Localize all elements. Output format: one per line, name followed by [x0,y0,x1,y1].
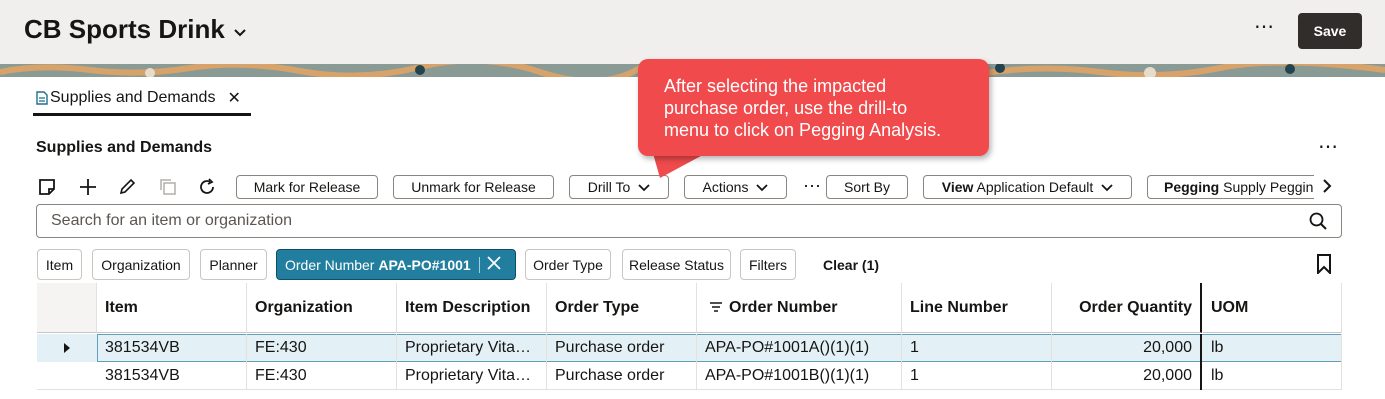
pegging-value: Supply Pegging [1223,179,1314,195]
column-header-item[interactable]: Item [97,283,247,333]
search-input[interactable] [51,211,1291,231]
section-more-icon[interactable]: ⋯ [1318,137,1338,157]
cell-item-description: Proprietary Vita… [397,334,547,362]
filter-chip-order-number[interactable]: Order Number APA-PO#1001 [276,249,516,280]
column-header-line-number[interactable]: Line Number [902,283,1052,333]
cell-order-type: Purchase order [547,362,697,390]
pegging-prefix: Pegging [1164,179,1220,195]
cell-order-quantity: 20,000 [1052,362,1202,390]
expand-row-icon[interactable] [37,334,97,362]
table-row[interactable]: 381534VB FE:430 Proprietary Vita… Purcha… [37,334,1342,362]
callout-line-2: purchase order, use the drill-to [664,98,908,118]
toolbar-overflow-icon[interactable]: ⋯ [803,176,821,196]
filter-chip-organization[interactable]: Organization [92,249,190,280]
column-header-organization[interactable]: Organization [247,283,397,333]
active-chip-value: APA-PO#1001 [378,256,471,273]
cell-order-type: Purchase order [547,334,697,362]
add-icon[interactable] [77,174,99,200]
tab-underline [33,113,251,116]
active-chip-label: Order Number [285,256,375,273]
callout-line-3: menu to click on Pegging Analysis. [664,120,942,140]
cell-item: 381534VB [97,334,247,362]
header-more-icon[interactable]: ⋯ [1252,17,1276,42]
tab-supplies-and-demands[interactable]: Supplies and Demands ✕ [36,88,241,108]
column-header-uom[interactable]: UOM [1203,283,1342,333]
app-title[interactable]: CB Sports Drink [24,14,247,45]
scroll-right-icon[interactable] [1322,179,1332,198]
unmark-for-release-label: Unmark for Release [411,179,536,195]
mark-for-release-label: Mark for Release [253,179,361,195]
actions-label: Actions [702,179,749,195]
unmark-for-release-button[interactable]: Unmark for Release [393,175,554,199]
close-icon[interactable]: ✕ [227,88,240,108]
drill-to-label: Drill To [587,179,631,195]
cell-order-number: APA-PO#1001A()(1)(1) [697,334,902,362]
chevron-down-icon [756,179,769,195]
chip-separator [478,256,480,273]
filter-chip-filters[interactable]: Filters [740,249,796,280]
refresh-icon[interactable] [196,174,218,200]
filter-chip-item[interactable]: Item [37,249,82,280]
pegging-select[interactable]: Pegging Supply Pegging [1147,175,1314,199]
search-field[interactable] [36,204,1342,238]
view-prefix: View [941,179,974,195]
cell-line-number: 1 [902,362,1052,390]
duplicate-icon [157,174,179,200]
cell-item-description: Proprietary Vita… [397,362,547,390]
column-header-order-quantity[interactable]: Order Quantity [1052,283,1202,333]
clear-filters-link[interactable]: Clear (1) [823,257,879,273]
remove-filter-icon[interactable] [486,255,502,274]
view-value: Application Default [976,179,1094,195]
cell-order-number: APA-PO#1001B()(1)(1) [697,362,902,390]
mark-for-release-button[interactable]: Mark for Release [236,175,378,199]
sort-by-button[interactable]: Sort By [826,175,908,199]
cell-order-quantity: 20,000 [1052,334,1202,362]
cell-line-number: 1 [902,334,1052,362]
chevron-down-icon [1101,179,1113,195]
filter-chip-planner[interactable]: Planner [200,249,267,280]
filter-chip-release-status[interactable]: Release Status [622,249,731,280]
column-header-item-description[interactable]: Item Description [397,283,547,333]
view-select[interactable]: View Application Default [923,175,1132,199]
sort-icon [709,299,723,317]
row-header-column [37,283,97,333]
document-icon [36,91,48,105]
note-icon[interactable] [36,174,58,200]
app-title-text: CB Sports Drink [24,14,225,44]
sort-by-label: Sort By [844,179,890,195]
column-header-order-type[interactable]: Order Type [547,283,697,333]
chevron-down-icon [233,14,247,45]
cell-organization: FE:430 [247,362,397,390]
cell-organization: FE:430 [247,334,397,362]
chevron-down-icon [638,179,650,195]
column-header-order-number[interactable]: Order Number [697,283,902,333]
bookmark-icon[interactable] [1316,254,1332,279]
row-header-cell [37,362,97,390]
section-title: Supplies and Demands [36,139,213,156]
order-number-header-label: Order Number [729,298,838,316]
search-icon[interactable] [1309,212,1327,235]
filter-chip-order-type[interactable]: Order Type [525,249,611,280]
edit-icon[interactable] [116,174,138,200]
save-button[interactable]: Save [1298,13,1362,49]
instruction-callout: After selecting the impacted purchase or… [638,59,989,156]
cell-uom: lb [1203,362,1342,390]
cell-item: 381534VB [97,362,247,390]
callout-line-1: After selecting the impacted [664,76,887,96]
supplies-demands-table: Item Organization Item Description Order… [37,283,1342,399]
tab-label: Supplies and Demands [50,89,216,106]
table-row[interactable]: 381534VB FE:430 Proprietary Vita… Purcha… [37,362,1342,390]
cell-uom: lb [1203,334,1342,362]
